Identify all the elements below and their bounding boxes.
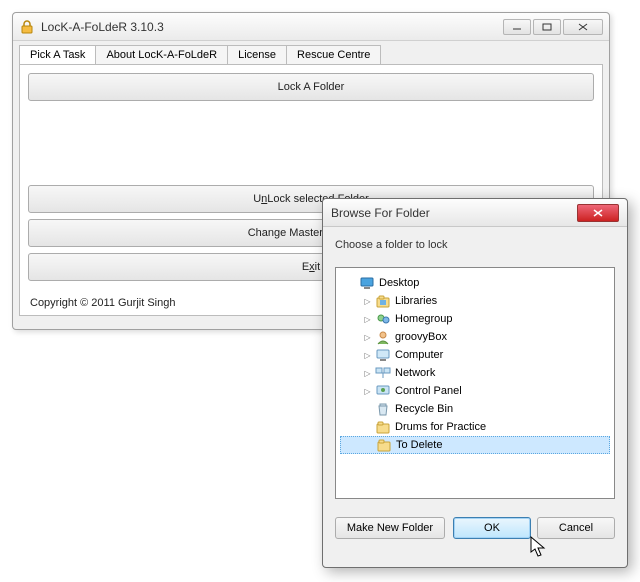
tree-item-label: Computer [395, 349, 443, 361]
tree-item-label: Libraries [395, 295, 437, 307]
tree-item[interactable]: ▷ Computer [340, 346, 610, 364]
tab-strip: Pick A Task About LocK-A-FoLdeR License … [19, 45, 603, 64]
expander-icon[interactable]: ▷ [362, 368, 373, 379]
dialog-titlebar: Browse For Folder [323, 199, 627, 227]
homegroup-icon [375, 311, 391, 327]
desktop-icon [359, 275, 375, 291]
tree-item-label: Recycle Bin [395, 403, 453, 415]
browse-folder-dialog: Browse For Folder Choose a folder to loc… [322, 198, 628, 568]
libraries-icon [375, 293, 391, 309]
folder-icon [376, 437, 392, 453]
dialog-close-button[interactable] [577, 204, 619, 222]
tree-item[interactable]: ▷ Libraries [340, 292, 610, 310]
tab-rescue-centre[interactable]: Rescue Centre [286, 45, 381, 64]
tree-item[interactable]: To Delete [340, 436, 610, 454]
minimize-button[interactable] [503, 19, 531, 35]
tree-item[interactable]: ▷ Control Panel [340, 382, 610, 400]
expander-icon[interactable]: ▷ [362, 386, 373, 397]
tree-item[interactable]: Desktop [340, 274, 610, 292]
expander-icon[interactable]: ▷ [362, 332, 373, 343]
user-icon [375, 329, 391, 345]
window-controls [503, 19, 603, 35]
recycle-icon [375, 401, 391, 417]
dialog-title: Browse For Folder [331, 206, 577, 220]
expander-icon[interactable]: ▷ [362, 314, 373, 325]
window-title: LocK-A-FoLdeR 3.10.3 [41, 20, 503, 34]
cancel-button[interactable]: Cancel [537, 517, 615, 539]
controlpanel-icon [375, 383, 391, 399]
ok-button[interactable]: OK [453, 517, 531, 539]
tab-pick-a-task[interactable]: Pick A Task [19, 45, 96, 64]
tree-item-label: To Delete [396, 439, 442, 451]
expander-icon [362, 422, 373, 433]
expander-icon [363, 440, 374, 451]
folder-icon [375, 419, 391, 435]
lock-icon [19, 19, 35, 35]
expander-icon[interactable]: ▷ [362, 350, 373, 361]
tree-item-label: groovyBox [395, 331, 447, 343]
tree-item[interactable]: Recycle Bin [340, 400, 610, 418]
folder-tree[interactable]: Desktop ▷ Libraries ▷ Homegroup ▷ groovyBox ▷ Co… [335, 267, 615, 499]
expander-icon [346, 278, 357, 289]
lock-folder-button[interactable]: Lock A Folder [28, 73, 594, 101]
dialog-instruction: Choose a folder to lock [335, 239, 615, 251]
dialog-body: Choose a folder to lock Desktop ▷ Librarie… [323, 227, 627, 511]
copyright-text: Copyright © 2011 Gurjit Singh [30, 297, 175, 309]
tab-license[interactable]: License [227, 45, 287, 64]
tab-about[interactable]: About LocK-A-FoLdeR [95, 45, 228, 64]
tree-item[interactable]: ▷ Homegroup [340, 310, 610, 328]
make-new-folder-button[interactable]: Make New Folder [335, 517, 445, 539]
maximize-button[interactable] [533, 19, 561, 35]
tree-item-label: Homegroup [395, 313, 452, 325]
titlebar: LocK-A-FoLdeR 3.10.3 [13, 13, 609, 41]
close-button[interactable] [563, 19, 603, 35]
tree-item[interactable]: ▷ groovyBox [340, 328, 610, 346]
computer-icon [375, 347, 391, 363]
tree-item[interactable]: ▷ Network [340, 364, 610, 382]
tree-item-label: Desktop [379, 277, 419, 289]
expander-icon[interactable]: ▷ [362, 296, 373, 307]
expander-icon [362, 404, 373, 415]
tree-item[interactable]: Drums for Practice [340, 418, 610, 436]
network-icon [375, 365, 391, 381]
tree-item-label: Network [395, 367, 435, 379]
tree-item-label: Control Panel [395, 385, 462, 397]
tree-item-label: Drums for Practice [395, 421, 486, 433]
dialog-button-row: Make New Folder OK Cancel [323, 511, 627, 551]
